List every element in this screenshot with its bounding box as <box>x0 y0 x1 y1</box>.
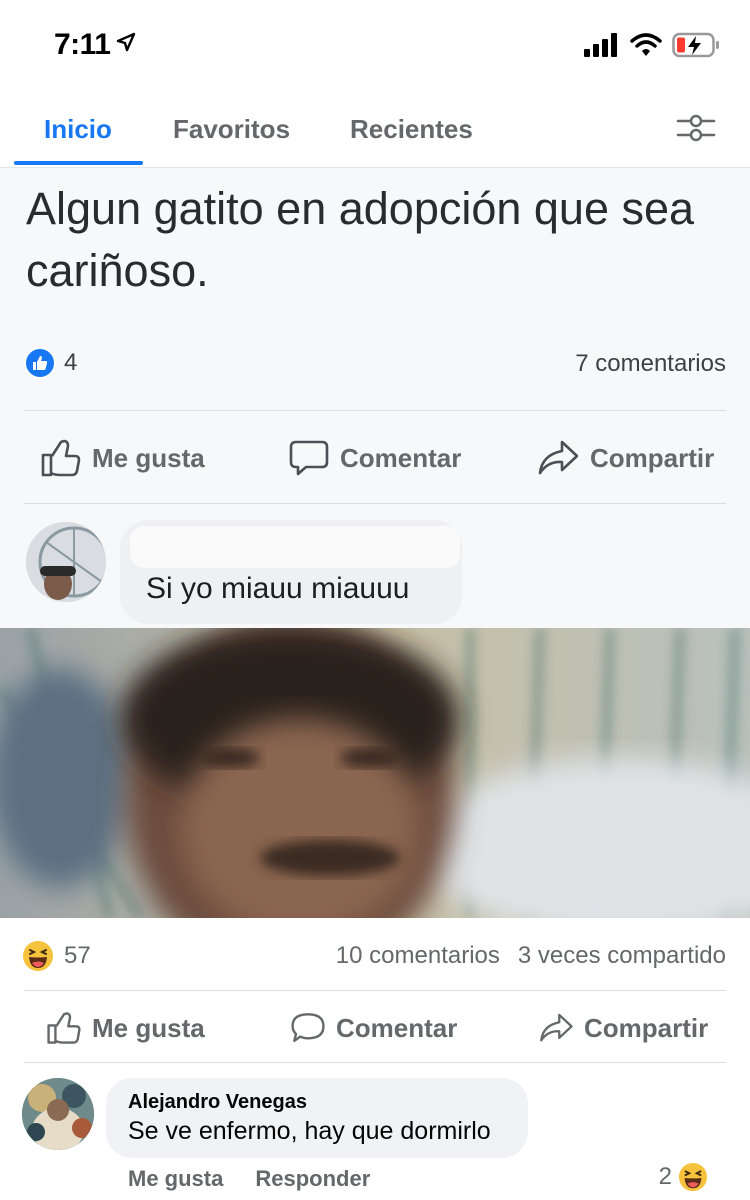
haha-emoji-icon <box>678 1162 708 1192</box>
share-label: Compartir <box>590 442 715 473</box>
active-tab-indicator <box>14 161 143 165</box>
tab-recientes[interactable]: Recientes <box>350 114 473 145</box>
tab-inicio[interactable]: Inicio <box>44 114 112 145</box>
post-text: Algun gatito en adopción que sea cariños… <box>26 183 695 296</box>
post-actions: Me gusta Comentar Compartir <box>0 998 750 1058</box>
comment-like-link[interactable]: Me gusta <box>128 1166 223 1192</box>
reaction-count: 2 <box>658 1163 672 1190</box>
share-button[interactable]: Compartir <box>536 428 714 488</box>
battery-charging-icon <box>672 32 719 58</box>
like-label: Me gusta <box>92 442 205 473</box>
wifi-icon <box>630 33 662 56</box>
tab-favoritos[interactable]: Favoritos <box>173 114 290 145</box>
share-label: Compartir <box>584 1012 709 1043</box>
post-stats: 10 comentarios 3 veces compartido <box>336 942 726 970</box>
like-button[interactable]: Me gusta <box>46 998 205 1058</box>
comment-author[interactable]: Alejandro Venegas <box>128 1091 307 1114</box>
like-button[interactable]: Me gusta <box>40 428 205 488</box>
feed-tabs: Inicio Favoritos Recientes <box>0 90 750 168</box>
post-share-count[interactable]: 3 veces compartido <box>518 942 726 970</box>
post-comment-count[interactable]: 10 comentarios <box>336 942 500 970</box>
like-reaction-icon <box>24 347 56 379</box>
comment-actions: Me gusta Responder <box>128 1166 370 1192</box>
like-count: 4 <box>64 349 78 376</box>
haha-emoji-icon <box>23 941 53 971</box>
comment-text: Si yo miauu miauuu <box>146 572 410 605</box>
divider <box>24 1062 726 1063</box>
thumbs-up-icon <box>41 439 81 477</box>
location-arrow-icon <box>117 32 136 52</box>
reaction-count: 57 <box>64 942 91 969</box>
redacted-name <box>130 526 460 568</box>
status-time: 7:11 <box>54 28 136 62</box>
post-comment-count[interactable]: 7 comentarios <box>575 350 726 378</box>
comment-button[interactable]: Comentar <box>288 428 461 488</box>
comment-reply-link[interactable]: Responder <box>255 1166 370 1192</box>
avatar[interactable] <box>22 1078 94 1150</box>
sliders-icon[interactable] <box>676 112 716 144</box>
share-arrow-icon <box>540 1013 573 1042</box>
comment-label: Comentar <box>336 1012 458 1043</box>
comment-reactions[interactable]: 2 <box>659 1162 708 1192</box>
signal-icon <box>584 33 617 57</box>
avatar[interactable] <box>26 522 106 602</box>
comment-label: Comentar <box>340 442 462 473</box>
comment-button[interactable]: Comentar <box>290 998 457 1058</box>
share-arrow-icon <box>538 440 579 475</box>
post-actions: Me gusta Comentar Compartir <box>0 428 750 488</box>
clock-text: 7:11 <box>54 28 111 61</box>
divider <box>24 410 726 411</box>
comment-text: Se ve enfermo, hay que dormirlo <box>128 1117 491 1145</box>
status-icons <box>584 30 720 60</box>
post-reactions[interactable]: 57 <box>22 938 91 974</box>
post-reactions[interactable]: 4 <box>24 345 77 381</box>
divider <box>24 503 726 504</box>
post-photo[interactable] <box>0 628 750 918</box>
share-button[interactable]: Compartir <box>538 998 708 1058</box>
speech-bubble-icon <box>291 1013 325 1043</box>
status-bar: 7:11 <box>0 0 750 90</box>
thumbs-up-icon <box>47 1012 81 1044</box>
divider <box>24 990 726 991</box>
like-label: Me gusta <box>92 1012 205 1043</box>
speech-bubble-icon <box>289 440 329 476</box>
